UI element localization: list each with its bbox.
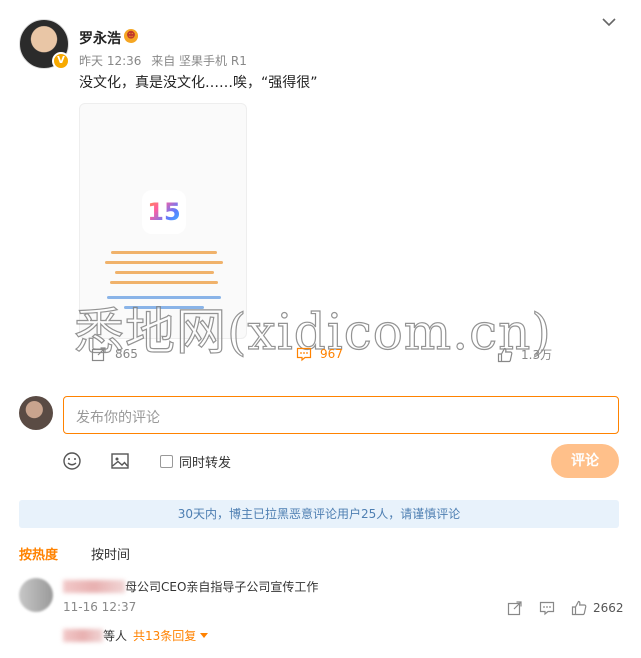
comment-icon	[296, 347, 312, 362]
image-text-lines	[98, 244, 230, 316]
like-button[interactable]: 1.3万	[497, 346, 552, 363]
caret-down-icon	[200, 633, 209, 638]
author-name[interactable]: 罗永浩	[79, 28, 121, 48]
repost-checkbox[interactable]	[160, 455, 173, 468]
comment-share-icon[interactable]	[507, 600, 523, 616]
ios-15-logo: 15	[142, 190, 186, 234]
comment-reply-icon[interactable]	[539, 600, 555, 616]
tab-sort-by-hot[interactable]: 按热度	[19, 544, 58, 563]
author-avatar[interactable]: V	[19, 19, 70, 70]
post-image[interactable]: 15	[79, 103, 247, 339]
share-count: 865	[115, 347, 138, 361]
verified-badge-icon: V	[52, 52, 70, 70]
comment-button[interactable]: 967	[296, 346, 343, 362]
reply-suffix: 等人	[103, 629, 128, 643]
blurred-username	[63, 580, 125, 593]
moderation-notice: 30天内，博主已拉黑恶意评论用户25人，请谨慎评论	[19, 500, 619, 528]
blurred-reply-users	[63, 629, 103, 642]
chevron-down-icon[interactable]	[601, 14, 617, 30]
post-text: 没文化，真是没文化……唉，“强得很”	[79, 75, 318, 91]
post-source: 来自 坚果手机 R1	[151, 54, 247, 68]
commenter-avatar[interactable]	[19, 578, 53, 612]
submit-comment-button[interactable]: 评论	[551, 444, 619, 478]
comment-time: 11-16 12:37	[63, 600, 137, 614]
replies-summary[interactable]: 等人 共13条回复	[63, 627, 209, 644]
post-meta: 昨天 12:36 来自 坚果手机 R1	[79, 52, 253, 69]
post-time[interactable]: 昨天 12:36	[79, 54, 141, 68]
repost-toggle[interactable]: 同时转发	[160, 452, 231, 471]
thumbs-up-icon	[497, 347, 513, 362]
share-icon	[91, 347, 106, 362]
image-upload-icon[interactable]	[110, 451, 130, 471]
comment-like-icon[interactable]	[571, 600, 587, 616]
share-button[interactable]: 865	[91, 346, 138, 362]
comment-body: 母公司CEO亲自指导子公司宣传工作	[63, 578, 318, 595]
reply-count[interactable]: 共13条回复	[133, 627, 196, 644]
comment-count: 967	[320, 347, 343, 361]
my-avatar[interactable]	[19, 396, 53, 430]
comment-input[interactable]: 发布你的评论	[63, 396, 619, 434]
vip-badge-icon: ☻	[124, 29, 138, 43]
like-count: 1.3万	[521, 348, 553, 362]
emoji-icon[interactable]	[62, 451, 82, 471]
repost-label: 同时转发	[179, 456, 232, 471]
comment-text: 母公司CEO亲自指导子公司宣传工作	[125, 580, 319, 594]
tab-sort-by-time[interactable]: 按时间	[91, 544, 130, 563]
comment-like-count: 2662	[593, 601, 624, 615]
